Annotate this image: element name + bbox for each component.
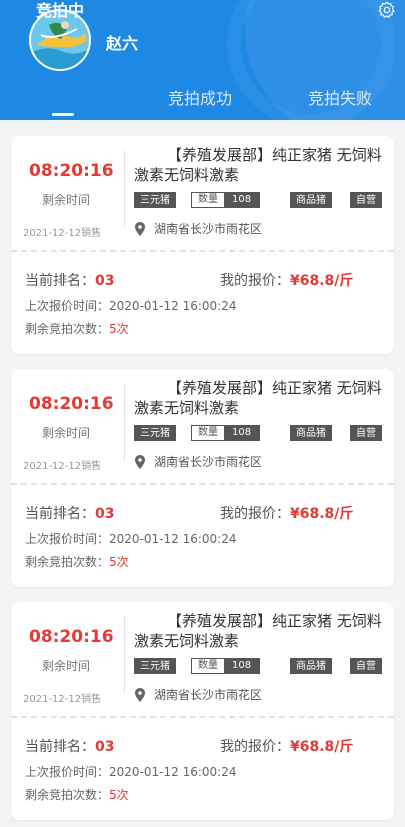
header: 赵六 竞拍中 竞拍成功 竞拍失败 <box>0 0 405 120</box>
auction-card[interactable]: 08:20:16 剩余时间 2021-12-12销售 【养殖发展部】纯正家猪 无… <box>11 602 394 820</box>
auction-card[interactable]: 08:20:16 剩余时间 2021-12-12销售 【养殖发展部】纯正家猪 无… <box>11 369 394 587</box>
tag-breed: 三元猪 <box>134 658 176 674</box>
tag-breed: 三元猪 <box>134 192 176 208</box>
tag-quantity: 数量 108 <box>191 425 261 441</box>
location-text: 湖南省长沙市雨花区 <box>154 222 263 236</box>
rank: 当前排名：03 <box>25 503 114 523</box>
product-title[interactable]: 【养殖发展部】纯正家猪 无饲料激素无饲料激素 <box>134 145 384 185</box>
last-offer-time: 上次报价时间：2020-01-12 16:00:24 <box>25 763 236 780</box>
last-offer-time: 上次报价时间：2020-01-12 16:00:24 <box>25 297 236 314</box>
countdown-time: 08:20:16 <box>29 627 114 647</box>
countdown-time: 08:20:16 <box>29 161 114 181</box>
gear-icon[interactable] <box>377 0 397 20</box>
tag-owner: 自营 <box>350 425 382 441</box>
sale-date: 2021-12-12销售 <box>23 228 102 239</box>
location-text: 湖南省长沙市雨花区 <box>154 688 263 702</box>
last-offer-time: 上次报价时间：2020-01-12 16:00:24 <box>25 530 236 547</box>
offer-value: ¥68.8/斤 <box>290 506 354 522</box>
active-tab-indicator <box>52 113 74 116</box>
countdown-label: 剩余时间 <box>41 426 90 440</box>
my-offer: 我的报价：¥68.8/斤 <box>220 270 353 290</box>
last-offer-label: 上次报价时间： <box>25 299 110 313</box>
remaining-bids-label: 剩余竞拍次数： <box>25 788 110 802</box>
tag-quantity-value: 108 <box>224 426 260 440</box>
tag-row: 三元猪 数量 108 商品猪 自营 <box>134 425 384 443</box>
last-offer-label: 上次报价时间： <box>25 532 110 546</box>
countdown-label: 剩余时间 <box>41 659 90 673</box>
rank-value: 03 <box>95 506 115 522</box>
tag-row: 三元猪 数量 108 商品猪 自营 <box>134 192 384 210</box>
remaining-bids-value: 5次 <box>109 788 129 802</box>
remaining-bids: 剩余竞拍次数：5次 <box>25 320 129 337</box>
product-title[interactable]: 【养殖发展部】纯正家猪 无饲料激素无饲料激素 <box>134 378 384 418</box>
tag-type: 商品猪 <box>290 192 332 208</box>
rank-label: 当前排名： <box>25 506 95 522</box>
tag-owner: 自营 <box>350 658 382 674</box>
divider <box>124 150 125 228</box>
dashed-divider <box>11 716 394 718</box>
location-text: 湖南省长沙市雨花区 <box>154 455 263 469</box>
username: 赵六 <box>106 34 139 53</box>
location-pin-icon <box>135 221 145 236</box>
offer-label: 我的报价： <box>220 506 290 522</box>
sale-date: 2021-12-12销售 <box>23 694 102 705</box>
tag-type: 商品猪 <box>290 425 332 441</box>
remaining-bids: 剩余竞拍次数：5次 <box>25 786 129 803</box>
tag-row: 三元猪 数量 108 商品猪 自营 <box>134 658 384 676</box>
location-pin-icon <box>135 454 145 469</box>
tag-breed: 三元猪 <box>134 425 176 441</box>
rank-label: 当前排名： <box>25 739 95 755</box>
my-offer: 我的报价：¥68.8/斤 <box>220 736 353 756</box>
tag-quantity: 数量 108 <box>191 192 261 208</box>
divider <box>124 383 125 461</box>
remaining-bids: 剩余竞拍次数：5次 <box>25 553 129 570</box>
tag-type: 商品猪 <box>290 658 332 674</box>
location: 湖南省长沙市雨花区 <box>134 220 262 237</box>
dashed-divider <box>11 483 394 485</box>
remaining-bids-value: 5次 <box>109 555 129 569</box>
rank-value: 03 <box>95 273 115 289</box>
dashed-divider <box>11 250 394 252</box>
divider <box>124 616 125 694</box>
remaining-bids-label: 剩余竞拍次数： <box>25 322 110 336</box>
tag-quantity-label: 数量 <box>192 426 224 440</box>
tag-quantity-label: 数量 <box>192 193 224 207</box>
tab-bid-success[interactable]: 竞拍成功 <box>168 88 232 110</box>
my-offer: 我的报价：¥68.8/斤 <box>220 503 353 523</box>
rank: 当前排名：03 <box>25 736 114 756</box>
offer-value: ¥68.8/斤 <box>290 739 354 755</box>
countdown-time: 08:20:16 <box>29 394 114 414</box>
remaining-bids-label: 剩余竞拍次数： <box>25 555 110 569</box>
rank-value: 03 <box>95 739 115 755</box>
last-offer-value: 2020-01-12 16:00:24 <box>109 532 237 546</box>
location: 湖南省长沙市雨花区 <box>134 453 262 470</box>
tag-owner: 自营 <box>350 192 382 208</box>
last-offer-label: 上次报价时间： <box>25 765 110 779</box>
remaining-bids-value: 5次 <box>109 322 129 336</box>
offer-value: ¥68.8/斤 <box>290 273 354 289</box>
tab-bidding[interactable]: 竞拍中 <box>36 0 84 22</box>
countdown-label: 剩余时间 <box>41 193 90 207</box>
last-offer-value: 2020-01-12 16:00:24 <box>109 765 237 779</box>
tag-quantity-value: 108 <box>224 659 260 673</box>
last-offer-value: 2020-01-12 16:00:24 <box>109 299 237 313</box>
rank: 当前排名：03 <box>25 270 114 290</box>
sale-date: 2021-12-12销售 <box>23 461 102 472</box>
rank-label: 当前排名： <box>25 273 95 289</box>
location: 湖南省长沙市雨花区 <box>134 686 262 703</box>
offer-label: 我的报价： <box>220 273 290 289</box>
tab-bid-failed[interactable]: 竞拍失败 <box>308 88 372 110</box>
location-pin-icon <box>135 687 145 702</box>
tag-quantity: 数量 108 <box>191 658 261 674</box>
auction-card[interactable]: 08:20:16 剩余时间 2021-12-12销售 【养殖发展部】纯正家猪 无… <box>11 136 394 354</box>
tag-quantity-label: 数量 <box>192 659 224 673</box>
offer-label: 我的报价： <box>220 739 290 755</box>
tag-quantity-value: 108 <box>224 193 260 207</box>
product-title[interactable]: 【养殖发展部】纯正家猪 无饲料激素无饲料激素 <box>134 611 384 651</box>
